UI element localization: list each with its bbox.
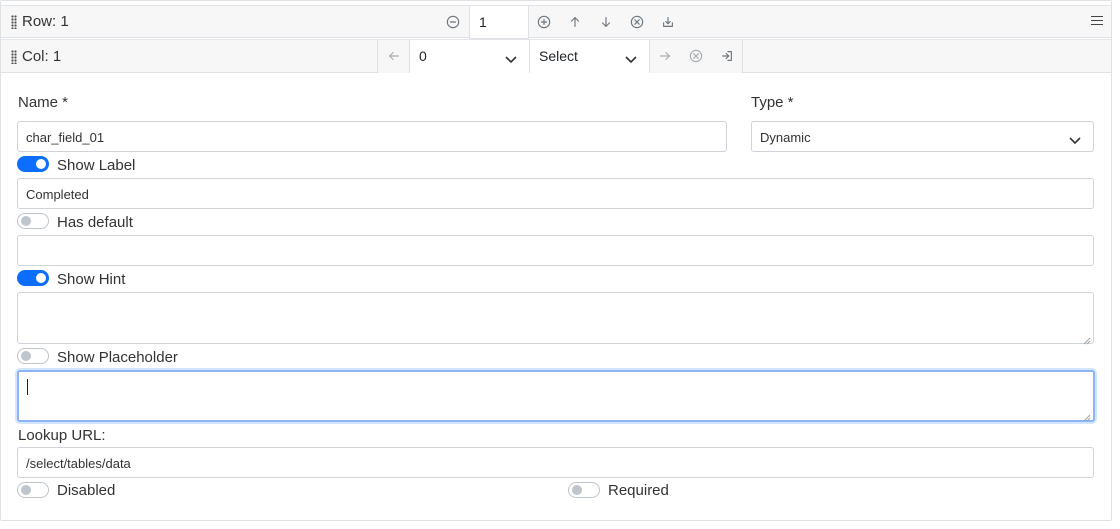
field-editor-panel: Row: 1 1 Col: 1 0 Select Name * Type * c… [0,0,1112,521]
label-input[interactable]: Completed [17,178,1094,209]
default-input[interactable] [17,235,1094,266]
hint-textarea[interactable] [17,292,1094,345]
show-hint-toggle[interactable] [17,270,49,286]
drag-handle-icon[interactable] [11,15,17,29]
col-label: Col: 1 [22,48,62,65]
x-circle-icon[interactable] [685,45,707,67]
row-toolbar: Row: 1 1 [1,5,1111,39]
required-toggle[interactable] [568,482,600,498]
lookup-url-label: Lookup URL: [18,427,106,444]
arrow-up-icon[interactable] [564,11,586,33]
show-label-text: Show Label [57,157,136,174]
download-icon[interactable] [657,11,679,33]
type-select[interactable]: Dynamic [751,121,1094,152]
type-label: Type * [751,94,794,111]
col-controls: 0 Select [377,40,743,73]
disabled-text: Disabled [57,482,116,499]
placeholder-textarea[interactable] [17,370,1095,422]
row-label: Row: 1 [22,13,69,30]
row-number-input[interactable]: 1 [469,6,529,39]
name-value: char_field_01 [26,130,105,145]
col-toolbar: Col: 1 0 Select [1,39,1111,73]
col-width-value: 0 [419,48,427,64]
col-type-value: Select [539,48,578,64]
show-hint-text: Show Hint [57,271,126,288]
show-placeholder-text: Show Placeholder [57,349,178,366]
lookup-url-input[interactable]: /select/tables/data [17,447,1094,478]
menu-icon[interactable] [1091,16,1103,26]
lookup-url-value: /select/tables/data [26,456,131,471]
plus-circle-icon[interactable] [533,11,555,33]
type-value: Dynamic [760,130,811,145]
has-default-text: Has default [57,214,133,231]
arrow-left-icon[interactable] [383,45,405,67]
x-circle-icon[interactable] [626,11,648,33]
sign-in-icon[interactable] [716,45,738,67]
chevron-down-icon [625,51,637,64]
arrow-down-icon[interactable] [595,11,617,33]
resize-handle-icon[interactable] [1083,410,1091,422]
chevron-down-icon [1069,133,1081,145]
name-label: Name * [18,94,69,111]
chevron-down-icon [505,51,517,64]
required-text: Required [608,482,669,499]
row-number-value: 1 [479,14,487,30]
col-type-select[interactable]: Select [529,40,650,73]
show-label-toggle[interactable] [17,156,49,172]
drag-handle-icon[interactable] [11,50,17,64]
name-input[interactable]: char_field_01 [17,121,727,152]
minus-circle-icon[interactable] [442,11,464,33]
label-value: Completed [26,187,89,202]
col-width-select[interactable]: 0 [409,40,530,73]
resize-handle-icon[interactable] [1083,333,1091,345]
arrow-right-icon[interactable] [654,45,676,67]
disabled-toggle[interactable] [17,482,49,498]
has-default-toggle[interactable] [17,213,49,229]
text-cursor [27,379,28,395]
show-placeholder-toggle[interactable] [17,348,49,364]
